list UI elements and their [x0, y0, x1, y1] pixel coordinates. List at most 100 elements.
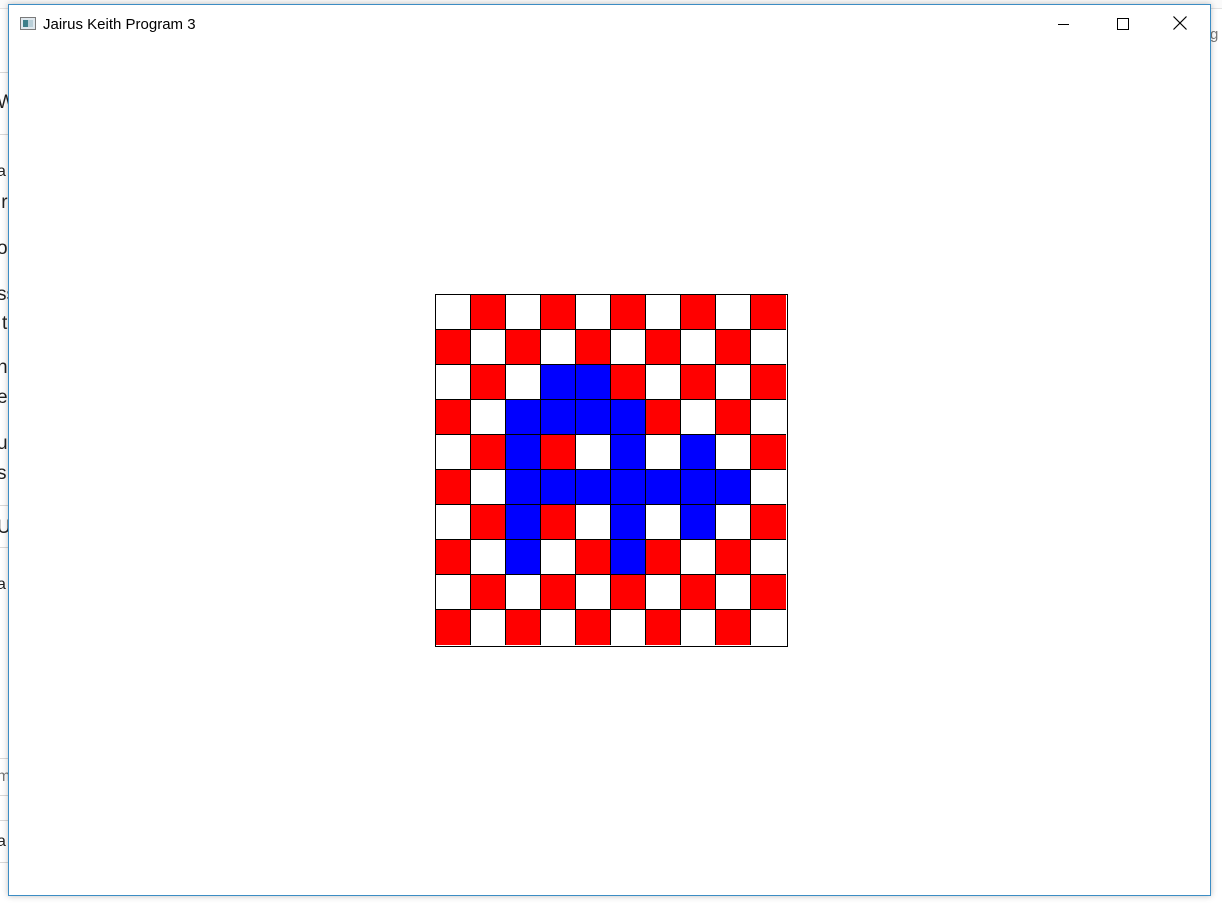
grid-cell-white [436, 575, 471, 610]
grid-cell-red [541, 505, 576, 540]
grid-cell-white [506, 295, 541, 330]
grid-cell-red [506, 610, 541, 645]
grid-cell-red [751, 575, 786, 610]
grid-cell-red [751, 365, 786, 400]
grid-cell-white [716, 505, 751, 540]
grid-cell-white [541, 610, 576, 645]
grid-cell-red [751, 435, 786, 470]
grid-cell-blue [541, 470, 576, 505]
app-window: Jairus Keith Program 3 [8, 4, 1211, 896]
background-text-fragment: e [0, 387, 8, 408]
grid-cell-white [646, 575, 681, 610]
title-bar[interactable]: Jairus Keith Program 3 [9, 5, 1210, 43]
grid-cell-red [541, 295, 576, 330]
grid-cell-red [611, 575, 646, 610]
grid-cell-red [611, 295, 646, 330]
background-text-fragment: u [0, 433, 8, 454]
grid-cell-white [646, 295, 681, 330]
grid-cell-white [646, 365, 681, 400]
grid-cell-white [576, 295, 611, 330]
grid-cell-red [436, 400, 471, 435]
grid-cell-red [751, 295, 786, 330]
grid-cell-red [751, 505, 786, 540]
grid-cell-blue [576, 470, 611, 505]
grid-cell-white [576, 435, 611, 470]
background-text-fragment: a [0, 163, 6, 180]
grid-cell-red [471, 575, 506, 610]
grid-cell-red [716, 610, 751, 645]
background-text-fragment: a [0, 576, 6, 593]
close-button[interactable] [1151, 5, 1209, 43]
grid-cell-white [681, 330, 716, 365]
grid-cell-red [576, 610, 611, 645]
grid-cell-blue [576, 365, 611, 400]
grid-cell-white [436, 365, 471, 400]
grid-cell-white [506, 365, 541, 400]
grid-cell-white [611, 330, 646, 365]
maximize-button[interactable] [1093, 5, 1151, 43]
grid-cell-red [681, 295, 716, 330]
grid-cell-white [436, 435, 471, 470]
grid-cell-blue [681, 435, 716, 470]
grid-cell-white [751, 610, 786, 645]
client-area [9, 43, 1210, 895]
grid-cell-red [471, 435, 506, 470]
grid-cell-white [471, 540, 506, 575]
minimize-button[interactable] [1035, 5, 1093, 43]
grid-cell-red [436, 470, 471, 505]
grid-cell-red [611, 365, 646, 400]
grid-cell-red [716, 540, 751, 575]
background-text-fragment: o [0, 238, 8, 259]
grid-cell-blue [681, 505, 716, 540]
grid-cell-white [716, 365, 751, 400]
grid-cell-blue [611, 400, 646, 435]
grid-cell-red [436, 540, 471, 575]
grid-cell-white [681, 540, 716, 575]
grid-cell-red [716, 400, 751, 435]
grid-cell-blue [611, 540, 646, 575]
grid-cell-white [471, 330, 506, 365]
grid-cell-white [471, 610, 506, 645]
grid-cell-white [716, 575, 751, 610]
grid-cell-red [471, 365, 506, 400]
grid-cell-white [611, 610, 646, 645]
grid-cell-white [681, 400, 716, 435]
grid-cell-red [576, 540, 611, 575]
grid-cell-red [436, 330, 471, 365]
grid-cell-blue [646, 470, 681, 505]
grid-cell-red [436, 610, 471, 645]
app-icon[interactable] [20, 17, 36, 30]
grid-cell-blue [541, 365, 576, 400]
grid-cell-white [576, 505, 611, 540]
grid-cell-white [646, 435, 681, 470]
grid-cell-white [751, 470, 786, 505]
grid-cell-white [716, 435, 751, 470]
grid-cell-white [646, 505, 681, 540]
grid-cell-blue [611, 470, 646, 505]
grid-cell-white [436, 505, 471, 540]
grid-cell-white [471, 400, 506, 435]
grid-cell-blue [576, 400, 611, 435]
grid-cell-red [646, 400, 681, 435]
grid-cell-blue [611, 435, 646, 470]
background-text-fragment: a [0, 833, 6, 850]
grid-cell-red [716, 330, 751, 365]
grid-cell-blue [716, 470, 751, 505]
grid-cell-blue [611, 505, 646, 540]
grid-cell-white [716, 295, 751, 330]
grid-cell-blue [506, 400, 541, 435]
background-text-fragment: ir [0, 192, 8, 213]
background-text-fragment: t [2, 313, 8, 334]
grid-cell-blue [541, 400, 576, 435]
grid-cell-white [471, 470, 506, 505]
grid-cell-blue [506, 505, 541, 540]
grid-cell-white [436, 295, 471, 330]
grid-cell-red [471, 295, 506, 330]
grid-cell-white [541, 540, 576, 575]
grid-cell-white [576, 575, 611, 610]
grid-cell-red [646, 540, 681, 575]
maximize-icon [1117, 18, 1129, 30]
grid-board [435, 294, 788, 647]
grid-cell-blue [681, 470, 716, 505]
grid-cell-white [751, 400, 786, 435]
